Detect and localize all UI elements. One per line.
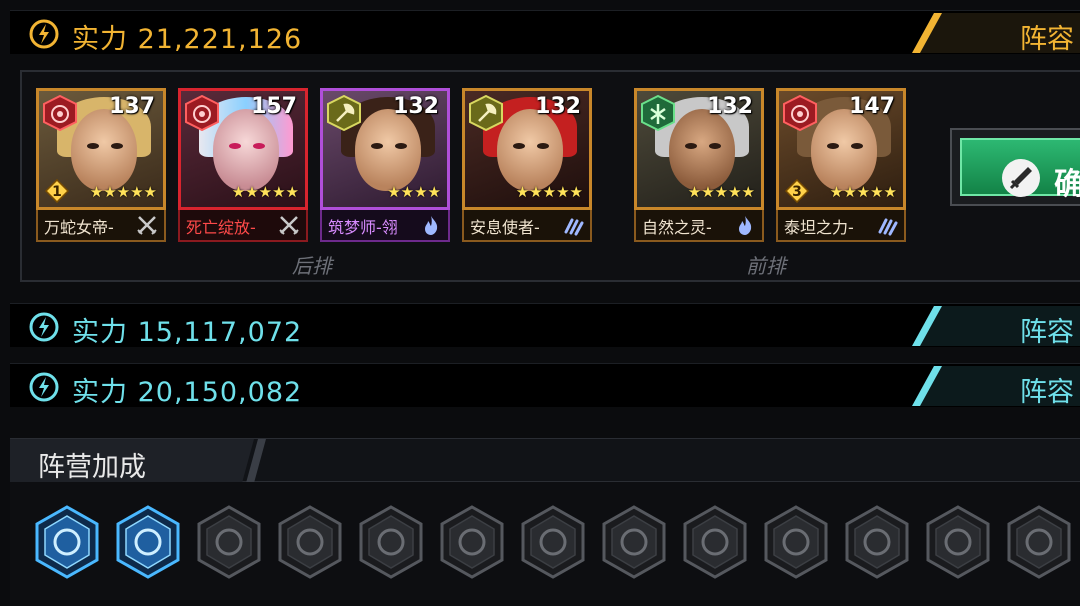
hero-card-1[interactable]: 137 1 ★★★★★ 万蛇女帝- bbox=[36, 88, 166, 244]
hero-name: 筑梦师-翎 bbox=[328, 218, 398, 237]
hero-stars: ★★★★★ bbox=[231, 183, 299, 201]
hero-name: 泰坦之力- bbox=[784, 218, 854, 237]
hero-stars: ★★★★★ bbox=[89, 183, 157, 201]
hero-portrait: 137 1 ★★★★★ bbox=[36, 88, 166, 210]
hero-portrait: 132 ★★★★★ bbox=[634, 88, 764, 210]
leaf-icon bbox=[641, 95, 675, 131]
hero-card-6[interactable]: 147 3 ★★★★★ 泰坦之力- bbox=[776, 88, 906, 244]
lion-icon[interactable] bbox=[1006, 505, 1072, 579]
eye-skull-icon[interactable] bbox=[520, 505, 586, 579]
power-icon bbox=[29, 19, 59, 49]
back-row-label: 后排 bbox=[292, 254, 332, 278]
crossed-swords-icon bbox=[137, 216, 157, 235]
tank-icon[interactable] bbox=[925, 505, 991, 579]
flame-icon bbox=[739, 216, 752, 235]
rank-badge: 3 bbox=[785, 179, 809, 203]
power-icon bbox=[29, 372, 59, 402]
fire-target-icon bbox=[783, 95, 817, 131]
power-icon bbox=[29, 312, 59, 342]
hero-stars: ★★★★★ bbox=[515, 183, 583, 201]
hedgehog-icon[interactable] bbox=[439, 505, 505, 579]
hero-card-2[interactable]: 157 ★★★★★ 死亡绽放- bbox=[178, 88, 308, 244]
claw-icon bbox=[564, 218, 584, 236]
hero-level: 132 bbox=[535, 94, 581, 119]
hero-portrait: 132 ★★★★★ bbox=[462, 88, 592, 210]
robot-icon[interactable] bbox=[682, 505, 748, 579]
team-1-power-label: 实力 21,221,126 bbox=[72, 24, 303, 55]
hero-name: 万蛇女帝- bbox=[44, 218, 114, 237]
hero-level: 147 bbox=[849, 94, 895, 119]
hero-stars: ★★★★★ bbox=[687, 183, 755, 201]
axe-icon bbox=[469, 95, 503, 131]
sword-icon bbox=[1002, 159, 1040, 197]
confirm-button[interactable]: 确 bbox=[950, 128, 1080, 206]
beast-icon[interactable] bbox=[277, 505, 343, 579]
hero-stars: ★★★★★ bbox=[829, 183, 897, 201]
team-2-power-label: 实力 15,117,072 bbox=[72, 317, 303, 348]
hero-name: 安息使者- bbox=[470, 218, 540, 237]
faction-bonus-title: 阵营加成 bbox=[38, 452, 146, 483]
cage-icon[interactable] bbox=[196, 505, 262, 579]
confirm-label: 确 bbox=[1054, 167, 1080, 202]
axe-icon bbox=[327, 95, 361, 131]
team-1-lineup-tab[interactable]: 阵容 bbox=[1020, 17, 1080, 56]
front-row-label: 前排 bbox=[746, 254, 786, 278]
crossed-swords-icon bbox=[279, 216, 299, 235]
team-3-lineup-tab[interactable]: 阵容 bbox=[1020, 370, 1080, 409]
bird-icon[interactable] bbox=[763, 505, 829, 579]
fire-target-icon bbox=[185, 95, 219, 131]
hero-level: 137 bbox=[109, 94, 155, 119]
claw-marks-icon[interactable] bbox=[601, 505, 667, 579]
rank-badge: 1 bbox=[45, 179, 69, 203]
faction-bonus-header: 阵营加成 bbox=[10, 438, 1080, 483]
hero-level: 132 bbox=[707, 94, 753, 119]
claw-icon bbox=[878, 218, 898, 236]
svg-text:1: 1 bbox=[52, 184, 62, 200]
team-2-lineup-tab[interactable]: 阵容 bbox=[1020, 310, 1080, 349]
hero-level: 132 bbox=[393, 94, 439, 119]
fire-target-icon bbox=[43, 95, 77, 131]
hero-portrait: 157 ★★★★★ bbox=[178, 88, 308, 210]
team-1-power-bar[interactable]: 实力 21,221,126 阵容 bbox=[10, 10, 1080, 56]
hero-stars: ★★★★ bbox=[387, 183, 441, 201]
wolf-icon[interactable] bbox=[34, 505, 100, 579]
team-3-power-label: 实力 20,150,082 bbox=[72, 377, 303, 408]
hero-level: 157 bbox=[251, 94, 297, 119]
svg-text:3: 3 bbox=[792, 184, 802, 200]
flame-icon bbox=[425, 216, 438, 235]
hero-card-4[interactable]: 132 ★★★★★ 安息使者- bbox=[462, 88, 592, 244]
crystal-icon[interactable] bbox=[358, 505, 424, 579]
spiral-icon[interactable] bbox=[844, 505, 910, 579]
fist-icon[interactable] bbox=[115, 505, 181, 579]
hero-portrait: 147 3 ★★★★★ bbox=[776, 88, 906, 210]
hero-portrait: 132 ★★★★ bbox=[320, 88, 450, 210]
hero-card-5[interactable]: 132 ★★★★★ 自然之灵- bbox=[634, 88, 764, 244]
hero-card-3[interactable]: 132 ★★★★ 筑梦师-翎 bbox=[320, 88, 450, 244]
hero-name: 死亡绽放- bbox=[186, 218, 256, 237]
hero-name: 自然之灵- bbox=[642, 218, 712, 237]
team-2-power-bar[interactable]: 实力 15,117,072 阵容 bbox=[10, 303, 1080, 349]
team-3-power-bar[interactable]: 实力 20,150,082 阵容 bbox=[10, 363, 1080, 409]
